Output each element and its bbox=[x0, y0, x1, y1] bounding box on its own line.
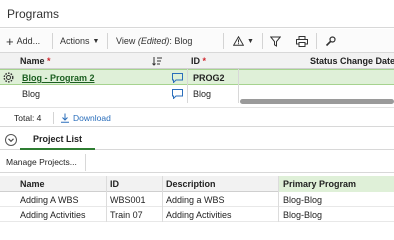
add-button-label: Add... bbox=[16, 36, 41, 46]
project-id: WBS001 bbox=[110, 195, 146, 205]
filter-button[interactable] bbox=[270, 29, 281, 53]
title-bar: Programs bbox=[0, 0, 394, 28]
download-icon bbox=[61, 113, 69, 123]
program-id: PROG2 bbox=[193, 73, 225, 83]
gear-icon[interactable] bbox=[3, 72, 14, 83]
column-header-name[interactable]: Name bbox=[20, 179, 45, 189]
column-divider bbox=[162, 176, 163, 222]
printer-icon bbox=[296, 35, 308, 47]
collapse-panel-button[interactable] bbox=[5, 134, 17, 146]
toolbar-divider bbox=[52, 33, 53, 49]
toolbar-divider bbox=[262, 33, 263, 49]
view-prefix: View bbox=[116, 36, 138, 46]
project-description: Adding a WBS bbox=[166, 195, 225, 205]
caret-down-icon: ▼ bbox=[92, 37, 100, 45]
page-title: Programs bbox=[7, 7, 60, 21]
program-name-link[interactable]: Blog - Program 2 bbox=[22, 73, 95, 83]
main-toolbar: + Add... Actions ▼ View (Edited) : Blog … bbox=[0, 29, 394, 53]
tab-project-list[interactable]: Project List bbox=[20, 130, 95, 150]
grid-header: Name * ID * Status Change Date bbox=[0, 53, 394, 69]
column-divider bbox=[106, 176, 107, 222]
actions-menu-button[interactable]: Actions ▼ bbox=[60, 29, 99, 53]
detail-panel-tabbar: Project List bbox=[0, 130, 394, 150]
table-row[interactable]: Adding A WBS WBS001 Adding a WBS Blog-Bl… bbox=[0, 193, 394, 207]
caret-down-icon: ▼ bbox=[247, 37, 254, 45]
column-header-id[interactable]: ID * bbox=[191, 56, 206, 66]
horizontal-scrollbar[interactable] bbox=[240, 99, 394, 104]
download-link[interactable]: Download bbox=[60, 113, 111, 123]
column-header-primary-program[interactable]: Primary Program bbox=[283, 179, 356, 189]
total-count: Total: 4 bbox=[14, 113, 42, 123]
sort-icon[interactable] bbox=[152, 56, 162, 66]
table-row[interactable]: Blog - Program 2 PROG2 bbox=[0, 69, 394, 85]
column-header-description[interactable]: Description bbox=[166, 179, 216, 189]
print-button[interactable] bbox=[296, 29, 308, 53]
add-button[interactable]: + Add... bbox=[6, 29, 40, 53]
wrench-icon bbox=[325, 35, 336, 46]
detail-panel-toolbar: Manage Projects... bbox=[0, 152, 394, 173]
column-header-status-change-date[interactable]: Status Change Date bbox=[310, 56, 394, 66]
toolbar-divider bbox=[316, 33, 317, 49]
tools-button[interactable] bbox=[325, 29, 336, 53]
column-divider bbox=[278, 176, 279, 222]
comment-icon[interactable] bbox=[172, 89, 183, 99]
table-row[interactable]: Adding Activities Train 07 Adding Activi… bbox=[0, 208, 394, 222]
project-description: Adding Activities bbox=[166, 210, 232, 220]
column-divider bbox=[187, 69, 188, 103]
column-divider bbox=[238, 69, 239, 103]
warnings-menu-button[interactable]: ▼ bbox=[233, 29, 254, 53]
project-primary-program: Blog-Blog bbox=[283, 210, 323, 220]
comment-icon[interactable] bbox=[172, 73, 183, 83]
chevron-down-icon bbox=[8, 138, 14, 143]
project-id: Train 07 bbox=[110, 210, 143, 220]
programs-grid: Name * ID * Status Change Date Blog - Pr… bbox=[0, 53, 394, 105]
actions-menu-label: Actions bbox=[60, 36, 90, 46]
view-edited-flag: (Edited) bbox=[137, 36, 170, 46]
toolbar-divider bbox=[107, 33, 108, 49]
view-selector[interactable]: View (Edited) : Blog bbox=[116, 29, 192, 53]
column-header-id[interactable]: ID bbox=[110, 179, 119, 189]
project-list-header: Name ID Description Primary Program bbox=[0, 176, 394, 192]
toolbar-divider bbox=[223, 33, 224, 49]
grid-footer: Total: 4 Download bbox=[0, 107, 394, 127]
column-header-name[interactable]: Name * bbox=[20, 56, 51, 66]
program-id: Blog bbox=[193, 89, 212, 99]
filter-icon bbox=[270, 36, 281, 47]
project-primary-program: Blog-Blog bbox=[283, 195, 323, 205]
warning-icon bbox=[233, 36, 244, 46]
program-name: Blog bbox=[22, 89, 41, 99]
project-name: Adding Activities bbox=[20, 210, 86, 220]
view-name: : Blog bbox=[169, 36, 193, 46]
footer-divider bbox=[53, 112, 54, 124]
manage-projects-button[interactable]: Manage Projects... bbox=[0, 154, 86, 171]
plus-icon: + bbox=[6, 33, 14, 49]
project-name: Adding A WBS bbox=[20, 195, 79, 205]
